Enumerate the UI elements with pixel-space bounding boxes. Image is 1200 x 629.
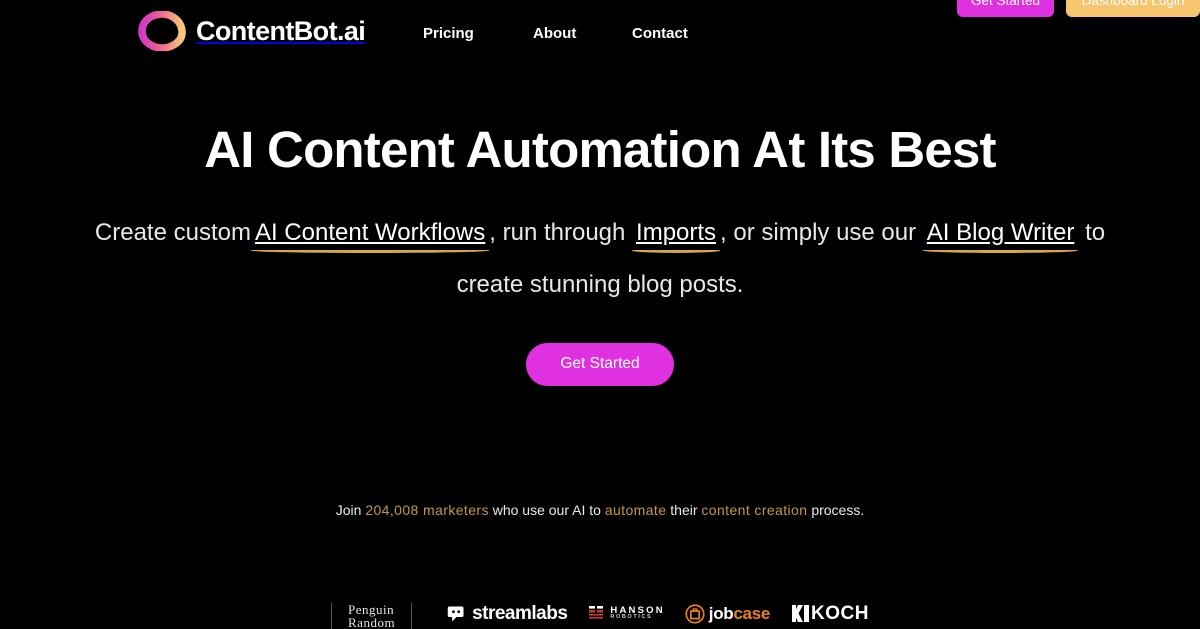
jobcase-briefcase-icon bbox=[685, 603, 705, 624]
streamlabs-label: streamlabs bbox=[472, 603, 568, 624]
social-prefix: Join bbox=[335, 502, 366, 518]
partner-logo-strip: Penguin Random streamlabs HANSON ROBOTIC… bbox=[0, 600, 1200, 629]
ring-gradient-logo-icon bbox=[138, 11, 186, 51]
logo-divider-mid bbox=[411, 603, 413, 629]
subhead-text-1: Create custom bbox=[94, 219, 251, 246]
link-imports[interactable]: Imports bbox=[632, 219, 720, 246]
landing-page: ContentBot.ai Pricing About Contact Get … bbox=[0, 0, 1200, 629]
hanson-bars-icon bbox=[589, 606, 604, 619]
partner-logo-hanson-robotics: HANSON ROBOTICS bbox=[589, 600, 664, 629]
marketer-count: 204,008 marketers bbox=[365, 502, 489, 518]
social-middle-2: their bbox=[666, 502, 702, 518]
nav-link-contact[interactable]: Contact bbox=[632, 25, 688, 42]
nav-link-pricing[interactable]: Pricing bbox=[423, 25, 474, 42]
page-title: AI Content Automation At Its Best bbox=[204, 121, 996, 178]
subhead-text-3: , or simply use our bbox=[720, 219, 917, 246]
brand-name: ContentBot.ai bbox=[196, 15, 366, 46]
streamlabs-icon bbox=[447, 606, 464, 622]
highlight-content-creation: content creation bbox=[701, 502, 808, 518]
subhead-text-2: , run through bbox=[489, 219, 626, 246]
hero-subheadline: Create custom AI Content Workflows, run t… bbox=[75, 207, 1125, 311]
jobcase-label-a: job bbox=[708, 604, 734, 623]
hanson-line-2: ROBOTICS bbox=[610, 614, 653, 620]
dashboard-login-button[interactable]: Dashboard Login bbox=[1066, 0, 1200, 17]
logo-divider-left bbox=[331, 603, 333, 629]
jobcase-label-b: case bbox=[733, 604, 771, 623]
link-ai-blog-writer[interactable]: AI Blog Writer bbox=[923, 219, 1079, 246]
hero-get-started-button[interactable]: Get Started bbox=[526, 343, 674, 386]
partner-logo-streamlabs: streamlabs bbox=[446, 600, 568, 629]
nav-link-about[interactable]: About bbox=[533, 25, 576, 42]
penguin-line-2: Random bbox=[348, 615, 396, 629]
link-ai-content-workflows[interactable]: AI Content Workflows bbox=[251, 219, 489, 246]
header-get-started-button[interactable]: Get Started bbox=[956, 0, 1054, 17]
partner-logo-jobcase: jobcase bbox=[685, 600, 770, 629]
site-header: ContentBot.ai Pricing About Contact Get … bbox=[0, 0, 1200, 68]
partner-logo-penguin-random-house: Penguin Random bbox=[348, 600, 395, 629]
social-proof-text: Join 204,008 marketers who use our AI to… bbox=[0, 500, 1200, 520]
partner-logo-koch: KOCH bbox=[792, 600, 869, 629]
brand-logo-link[interactable]: ContentBot.ai bbox=[138, 11, 366, 51]
koch-mark-icon bbox=[792, 605, 810, 622]
social-suffix: process. bbox=[807, 502, 865, 518]
social-middle: who use our AI to bbox=[488, 502, 605, 518]
koch-label: KOCH bbox=[811, 603, 869, 624]
highlight-automate: automate bbox=[604, 502, 667, 518]
hero-cta-wrap: Get Started bbox=[0, 343, 1200, 386]
